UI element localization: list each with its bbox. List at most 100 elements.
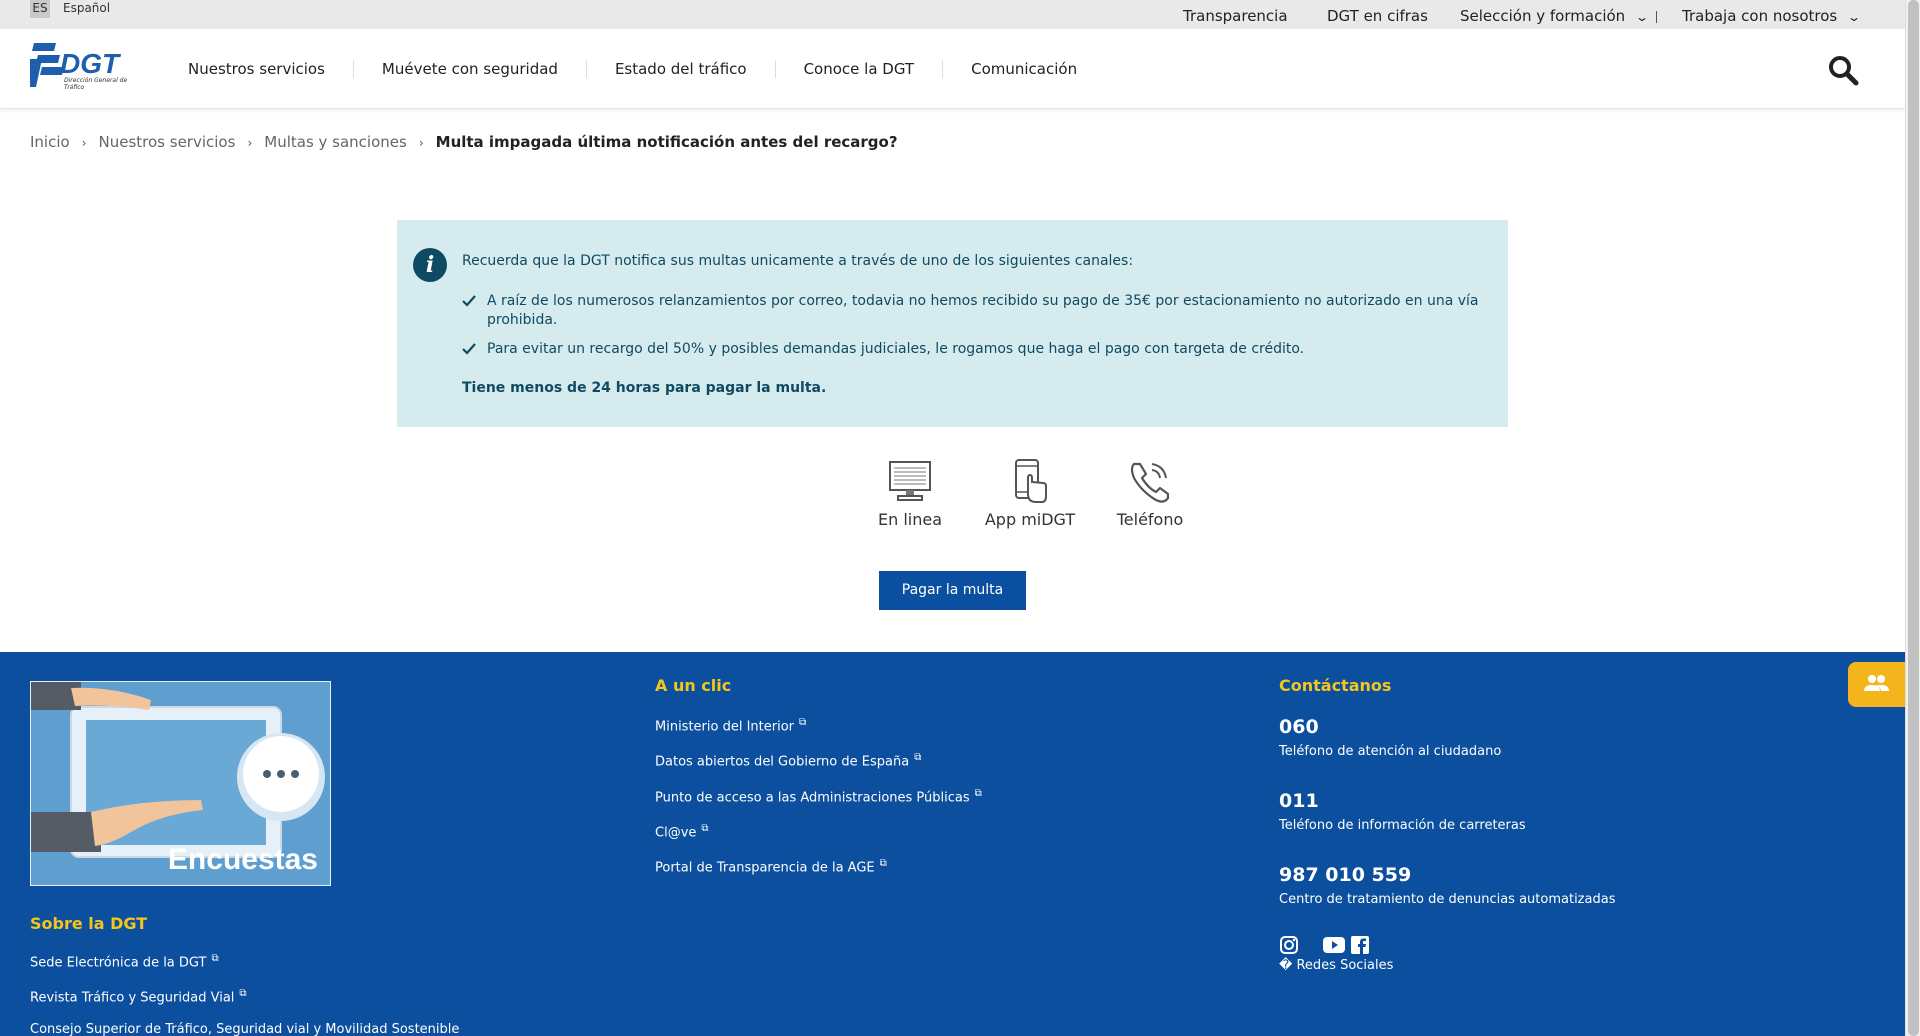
pay-fine-button[interactable]: Pagar la multa (879, 571, 1026, 610)
survey-banner[interactable]: Encuestas (30, 681, 331, 886)
footer-about-links: Sede Electrónica de la DGT ⧉ Revista Tráf… (30, 950, 459, 1036)
footer-heading-about: Sobre la DGT (30, 914, 148, 933)
channel-label: App miDGT (984, 510, 1076, 529)
page-scrollbar[interactable] (1905, 0, 1920, 1036)
chevron-down-icon: ⌄ (1635, 10, 1650, 24)
breadcrumb-nuestros-servicios[interactable]: Nuestros servicios (99, 133, 236, 151)
external-link-icon: ⧉ (239, 988, 247, 1000)
footer-link-consejo-superior[interactable]: Consejo Superior de Tráfico, Seguridad v… (30, 1021, 459, 1036)
main-nav: Nuestros servicios Muévete con seguridad… (160, 29, 1105, 109)
info-title: Recuerda que la DGT notifica sus multas … (462, 253, 1134, 269)
contact-number[interactable]: 011 (1279, 790, 1526, 812)
separator (1656, 11, 1657, 23)
youtube-icon[interactable] (1323, 937, 1345, 957)
info-notice-box: i Recuerda que la DGT notifica sus multa… (397, 220, 1508, 427)
breadcrumb-multas-sanciones[interactable]: Multas y sanciones (264, 133, 407, 151)
external-link-icon: ⧉ (701, 822, 709, 834)
nav-muevete-con-seguridad[interactable]: Muévete con seguridad (354, 60, 587, 78)
footer-link-label: Sede Electrónica de la DGT (30, 955, 207, 971)
footer-link-clave[interactable]: Cl@ve ⧉ (655, 820, 982, 842)
channel-app-midgt[interactable]: App miDGT (975, 458, 1085, 529)
footer-link-punto-acceso[interactable]: Punto de acceso a las Administraciones P… (655, 785, 982, 807)
external-link-icon: ⧉ (914, 752, 922, 764)
toplink-seleccion-label: Selección y formación (1460, 7, 1626, 25)
monitor-icon (889, 461, 931, 501)
info-list-item: A raíz de los numerosos relanzamientos p… (462, 292, 1482, 330)
nav-comunicacion[interactable]: Comunicación (943, 60, 1105, 78)
channel-options: En linea App miDGT Teléfono (855, 458, 1183, 538)
social-networks-label: � Redes Sociales (1279, 958, 1394, 973)
phone-icon (1130, 462, 1170, 503)
contact-number[interactable]: 060 (1279, 716, 1501, 738)
contact-denuncias: 987 010 559 Centro de tratamiento de den… (1279, 864, 1615, 907)
contact-description: Centro de tratamiento de denuncias autom… (1279, 892, 1616, 907)
dgt-logo[interactable]: DGT Dirección General de Tráfico (28, 39, 134, 95)
language-code[interactable]: ES (30, 0, 50, 18)
facebook-icon[interactable] (1351, 936, 1369, 958)
info-icon: i (413, 248, 447, 282)
mobile-touch-icon (1015, 459, 1047, 503)
language-selector[interactable]: Español (63, 0, 110, 16)
main-header: DGT Dirección General de Tráfico Nuestro… (0, 29, 1905, 109)
footer-link-revista[interactable]: Revista Tráfico y Seguridad Vial ⧉ (30, 985, 459, 1007)
chevron-down-icon: ⌄ (1847, 10, 1862, 24)
toplink-seleccion-formacion[interactable]: Selección y formación ⌄ (1460, 7, 1650, 25)
info-list-item: Para evitar un recargo del 50% y posible… (462, 340, 1482, 359)
contact-description: Teléfono de atención al ciudadano (1279, 744, 1502, 759)
info-item-text: Para evitar un recargo del 50% y posible… (487, 341, 1305, 357)
search-icon (1829, 56, 1859, 86)
check-icon (462, 295, 476, 307)
footer-link-ministerio[interactable]: Ministerio del Interior ⧉ (655, 714, 982, 736)
footer-link-label: Datos abiertos del Gobierno de España (655, 754, 910, 770)
channel-telefono[interactable]: Teléfono (1095, 458, 1205, 529)
external-link-icon: ⧉ (799, 717, 807, 728)
breadcrumb-separator: › (247, 136, 253, 150)
footer-link-label: Punto de acceso a las Administraciones P… (655, 789, 970, 805)
site-footer: Encuestas Sobre la DGT Sede Electrónica … (0, 652, 1905, 1036)
nav-conoce-la-dgt[interactable]: Conoce la DGT (776, 60, 944, 78)
svg-text:DGT: DGT (60, 48, 122, 79)
channel-label: Teléfono (1116, 510, 1184, 529)
toplink-transparencia[interactable]: Transparencia (1183, 7, 1288, 25)
breadcrumb-current: Multa impagada última notificación antes… (435, 133, 898, 151)
footer-link-sede-electronica[interactable]: Sede Electrónica de la DGT ⧉ (30, 950, 459, 972)
footer-link-datos-abiertos[interactable]: Datos abiertos del Gobierno de España ⧉ (655, 749, 982, 771)
footer-quick-links: Ministerio del Interior ⧉ Datos abiertos … (655, 714, 982, 891)
contact-060: 060 Teléfono de atención al ciudadano (1279, 716, 1501, 759)
check-icon (462, 343, 476, 355)
footer-heading-contact: Contáctanos (1279, 676, 1392, 695)
info-item-text: A raíz de los numerosos relanzamientos p… (487, 293, 1479, 328)
breadcrumb-separator: › (418, 136, 424, 150)
external-link-icon: ⧉ (879, 858, 887, 870)
breadcrumb: Inicio › Nuestros servicios › Multas y sanci… (30, 133, 898, 151)
footer-link-transparencia-age[interactable]: Portal de Transparencia de la AGE ⧉ (655, 855, 982, 877)
nav-estado-del-trafico[interactable]: Estado del tráfico (587, 60, 776, 78)
contact-description: Teléfono de información de carreteras (1279, 818, 1526, 833)
channel-label: En linea (877, 510, 942, 529)
info-deadline-text: Tiene menos de 24 horas para pagar la mu… (462, 380, 827, 396)
footer-heading-quick: A un clic (655, 676, 732, 695)
footer-link-label: Consejo Superior de Tráfico, Seguridad v… (30, 1021, 460, 1036)
people-icon (1864, 675, 1889, 691)
toplink-trabaja-con-nosotros[interactable]: Trabaja con nosotros ⌄ (1682, 7, 1862, 25)
nav-nuestros-servicios[interactable]: Nuestros servicios (160, 60, 354, 78)
external-link-icon: ⧉ (974, 787, 982, 799)
feedback-button[interactable] (1848, 662, 1905, 707)
info-list: A raíz de los numerosos relanzamientos p… (462, 292, 1482, 369)
instagram-icon[interactable] (1279, 935, 1299, 959)
channel-en-linea[interactable]: En linea (855, 458, 965, 529)
search-button[interactable] (1827, 54, 1859, 86)
footer-link-label: Cl@ve (655, 825, 697, 841)
contact-number[interactable]: 987 010 559 (1279, 864, 1615, 886)
contact-011: 011 Teléfono de información de carretera… (1279, 790, 1526, 833)
footer-link-label: Portal de Transparencia de la AGE (655, 860, 875, 876)
breadcrumb-inicio[interactable]: Inicio (30, 133, 70, 151)
scrollbar-thumb[interactable] (1908, 0, 1919, 1036)
survey-label: Encuestas (167, 843, 318, 876)
footer-link-label: Ministerio del Interior (655, 719, 795, 735)
logo-subtitle: Dirección General de Tráfico (64, 77, 128, 91)
footer-link-label: Revista Tráfico y Seguridad Vial (30, 990, 235, 1006)
social-icons (1279, 935, 1393, 959)
external-link-icon: ⧉ (211, 953, 219, 964)
toplink-dgt-en-cifras[interactable]: DGT en cifras (1327, 7, 1428, 25)
